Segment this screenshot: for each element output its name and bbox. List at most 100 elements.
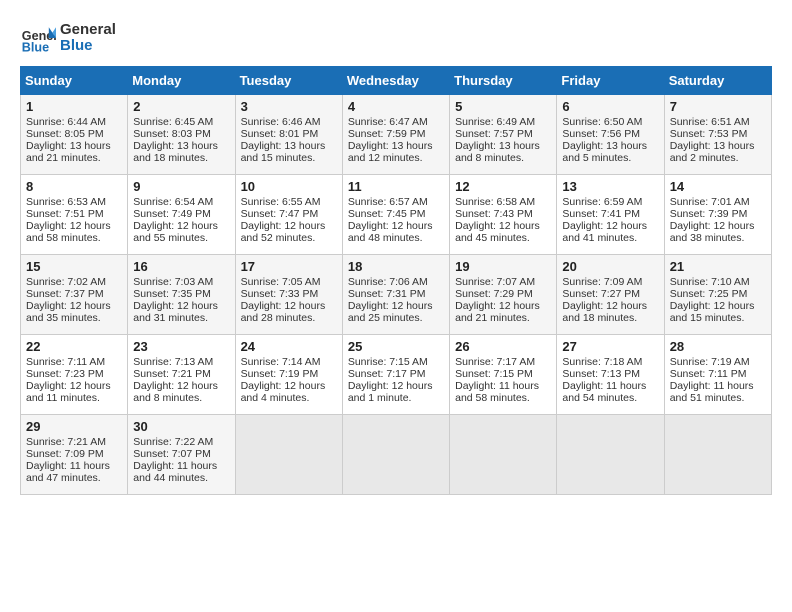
day-info: Daylight: 12 hours: [348, 220, 444, 232]
day-info: Sunset: 7:39 PM: [670, 208, 766, 220]
calendar-cell: 21Sunrise: 7:10 AMSunset: 7:25 PMDayligh…: [664, 255, 771, 335]
day-info: and 48 minutes.: [348, 232, 444, 244]
day-number: 27: [562, 339, 658, 354]
day-number: 12: [455, 179, 551, 194]
day-info: Daylight: 12 hours: [562, 220, 658, 232]
day-info: Daylight: 12 hours: [241, 300, 337, 312]
day-number: 7: [670, 99, 766, 114]
day-info: and 54 minutes.: [562, 392, 658, 404]
day-number: 11: [348, 179, 444, 194]
day-info: Sunrise: 6:44 AM: [26, 116, 122, 128]
day-info: Sunrise: 7:13 AM: [133, 356, 229, 368]
calendar-cell: 26Sunrise: 7:17 AMSunset: 7:15 PMDayligh…: [450, 335, 557, 415]
day-number: 25: [348, 339, 444, 354]
calendar-cell: 10Sunrise: 6:55 AMSunset: 7:47 PMDayligh…: [235, 175, 342, 255]
day-info: Sunrise: 6:55 AM: [241, 196, 337, 208]
day-info: and 51 minutes.: [670, 392, 766, 404]
weekday-header: Monday: [128, 67, 235, 95]
day-number: 28: [670, 339, 766, 354]
calendar-cell: 18Sunrise: 7:06 AMSunset: 7:31 PMDayligh…: [342, 255, 449, 335]
day-info: and 44 minutes.: [133, 472, 229, 484]
day-info: and 47 minutes.: [26, 472, 122, 484]
day-number: 14: [670, 179, 766, 194]
day-info: Sunset: 7:19 PM: [241, 368, 337, 380]
day-number: 22: [26, 339, 122, 354]
calendar-cell: 6Sunrise: 6:50 AMSunset: 7:56 PMDaylight…: [557, 95, 664, 175]
day-info: Daylight: 12 hours: [670, 220, 766, 232]
calendar-cell: 2Sunrise: 6:45 AMSunset: 8:03 PMDaylight…: [128, 95, 235, 175]
day-info: and 11 minutes.: [26, 392, 122, 404]
calendar-cell: 1Sunrise: 6:44 AMSunset: 8:05 PMDaylight…: [21, 95, 128, 175]
calendar-week-row: 1Sunrise: 6:44 AMSunset: 8:05 PMDaylight…: [21, 95, 772, 175]
day-info: Daylight: 12 hours: [670, 300, 766, 312]
day-info: Sunrise: 7:10 AM: [670, 276, 766, 288]
day-number: 8: [26, 179, 122, 194]
day-info: and 55 minutes.: [133, 232, 229, 244]
day-info: and 15 minutes.: [670, 312, 766, 324]
day-info: and 25 minutes.: [348, 312, 444, 324]
calendar-header-row: SundayMondayTuesdayWednesdayThursdayFrid…: [21, 67, 772, 95]
calendar-cell: 28Sunrise: 7:19 AMSunset: 7:11 PMDayligh…: [664, 335, 771, 415]
calendar-cell: [557, 415, 664, 495]
svg-text:Blue: Blue: [22, 41, 49, 55]
calendar-cell: 30Sunrise: 7:22 AMSunset: 7:07 PMDayligh…: [128, 415, 235, 495]
day-info: Daylight: 12 hours: [562, 300, 658, 312]
day-info: Sunrise: 6:51 AM: [670, 116, 766, 128]
day-info: Sunrise: 6:49 AM: [455, 116, 551, 128]
day-info: Sunset: 7:45 PM: [348, 208, 444, 220]
day-info: Sunset: 7:15 PM: [455, 368, 551, 380]
logo: General Blue General Blue: [20, 20, 116, 56]
day-info: Sunset: 7:33 PM: [241, 288, 337, 300]
day-info: Sunrise: 7:02 AM: [26, 276, 122, 288]
day-number: 29: [26, 419, 122, 434]
day-info: Sunrise: 6:50 AM: [562, 116, 658, 128]
day-info: Daylight: 12 hours: [348, 380, 444, 392]
day-number: 13: [562, 179, 658, 194]
calendar-cell: 22Sunrise: 7:11 AMSunset: 7:23 PMDayligh…: [21, 335, 128, 415]
calendar-table: SundayMondayTuesdayWednesdayThursdayFrid…: [20, 66, 772, 495]
day-info: Daylight: 13 hours: [241, 140, 337, 152]
day-number: 10: [241, 179, 337, 194]
day-info: and 8 minutes.: [133, 392, 229, 404]
day-info: Sunset: 7:53 PM: [670, 128, 766, 140]
day-info: Sunset: 7:31 PM: [348, 288, 444, 300]
calendar-cell: 3Sunrise: 6:46 AMSunset: 8:01 PMDaylight…: [235, 95, 342, 175]
day-info: Sunset: 7:21 PM: [133, 368, 229, 380]
day-info: Sunrise: 7:05 AM: [241, 276, 337, 288]
calendar-cell: 25Sunrise: 7:15 AMSunset: 7:17 PMDayligh…: [342, 335, 449, 415]
day-info: Sunset: 7:51 PM: [26, 208, 122, 220]
calendar-cell: [664, 415, 771, 495]
day-info: and 28 minutes.: [241, 312, 337, 324]
day-info: Sunrise: 6:58 AM: [455, 196, 551, 208]
day-info: Sunrise: 7:22 AM: [133, 436, 229, 448]
day-info: Sunset: 7:49 PM: [133, 208, 229, 220]
day-info: Daylight: 12 hours: [455, 220, 551, 232]
day-number: 2: [133, 99, 229, 114]
day-info: Daylight: 13 hours: [348, 140, 444, 152]
day-info: Sunrise: 6:57 AM: [348, 196, 444, 208]
day-number: 9: [133, 179, 229, 194]
calendar-week-row: 15Sunrise: 7:02 AMSunset: 7:37 PMDayligh…: [21, 255, 772, 335]
day-info: and 41 minutes.: [562, 232, 658, 244]
day-number: 1: [26, 99, 122, 114]
day-number: 21: [670, 259, 766, 274]
day-info: Sunrise: 6:45 AM: [133, 116, 229, 128]
logo-icon: General Blue: [20, 20, 56, 56]
day-number: 15: [26, 259, 122, 274]
calendar-cell: 23Sunrise: 7:13 AMSunset: 7:21 PMDayligh…: [128, 335, 235, 415]
day-info: Daylight: 12 hours: [26, 300, 122, 312]
day-info: and 5 minutes.: [562, 152, 658, 164]
day-info: Daylight: 12 hours: [133, 220, 229, 232]
day-info: Sunset: 7:07 PM: [133, 448, 229, 460]
day-info: Sunrise: 7:06 AM: [348, 276, 444, 288]
day-info: Sunrise: 7:17 AM: [455, 356, 551, 368]
weekday-header: Sunday: [21, 67, 128, 95]
calendar-week-row: 8Sunrise: 6:53 AMSunset: 7:51 PMDaylight…: [21, 175, 772, 255]
day-info: Sunset: 8:01 PM: [241, 128, 337, 140]
day-info: Sunset: 7:29 PM: [455, 288, 551, 300]
day-info: Daylight: 12 hours: [26, 380, 122, 392]
day-info: Sunrise: 7:18 AM: [562, 356, 658, 368]
day-info: Sunrise: 7:01 AM: [670, 196, 766, 208]
weekday-header: Friday: [557, 67, 664, 95]
calendar-cell: 17Sunrise: 7:05 AMSunset: 7:33 PMDayligh…: [235, 255, 342, 335]
